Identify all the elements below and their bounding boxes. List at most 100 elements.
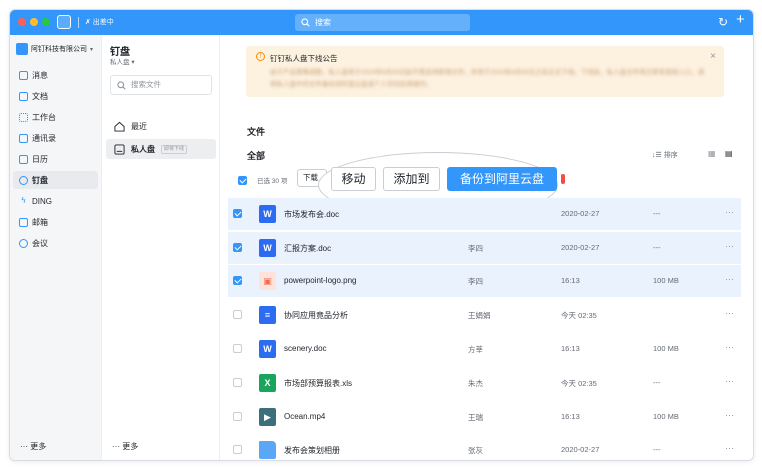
table-row[interactable]: W scenery.doc 方莘 16:13 100 MB ··· <box>228 333 741 365</box>
file-size: --- <box>653 445 661 454</box>
row-checkbox[interactable] <box>233 344 242 353</box>
image-file-icon: ▣ <box>259 272 276 290</box>
drive-more-label: 更多 <box>122 442 139 451</box>
sidebar-item-meeting[interactable]: 会议 <box>13 234 98 252</box>
file-time: 16:13 <box>561 344 580 353</box>
sidebar-more-button[interactable]: ··· 更多 <box>20 441 46 452</box>
close-window-button[interactable] <box>18 18 26 26</box>
row-checkbox[interactable] <box>233 445 242 454</box>
file-time: 2020-02-27 <box>561 209 600 218</box>
file-time: 16:13 <box>561 412 580 421</box>
row-checkbox[interactable] <box>233 243 242 252</box>
warning-icon: ! <box>256 52 265 61</box>
backup-to-aliyun-button[interactable]: 备份到阿里云盘 <box>447 167 557 191</box>
notice-banner: ! 钉钉私人盘下线公告 由于产品策略调整，私人盘将于2024年6月30日起不再支… <box>246 46 724 97</box>
move-button[interactable]: 移动 <box>331 167 376 191</box>
file-time: 16:13 <box>561 276 580 285</box>
ding-icon: ϟ <box>21 196 26 205</box>
status-indicator[interactable]: ✗ 出差中 <box>85 17 114 27</box>
notice-body: 由于产品策略调整，私人盘将于2024年6月30日起不再支持新增文件，并将于202… <box>270 69 705 88</box>
search-placeholder: 搜索 <box>315 18 331 27</box>
more-icon[interactable]: ··· <box>725 443 734 453</box>
filter-all[interactable]: 全部 <box>247 149 265 162</box>
org-switcher[interactable]: 阿钉科技有限公司 ▾ <box>16 43 93 55</box>
sidebar-item-calendar[interactable]: 日历 <box>13 150 98 168</box>
sidebar-item-label: DING <box>32 196 52 206</box>
table-row[interactable]: X 市场部预算报表.xls 朱杰 今天 02:35 --- ··· <box>228 367 741 399</box>
more-icon[interactable]: ··· <box>725 308 734 318</box>
row-checkbox[interactable] <box>233 276 242 285</box>
list-view-icon[interactable]: ▦ <box>708 149 716 158</box>
more-icon[interactable]: ··· <box>725 207 734 217</box>
more-icon: ··· <box>112 442 120 451</box>
file-size: 100 MB <box>653 344 679 353</box>
row-checkbox[interactable] <box>233 412 242 421</box>
sidebar-item-mail[interactable]: 邮箱 <box>13 213 98 231</box>
file-name: scenery.doc <box>284 344 327 353</box>
file-owner: 朱杰 <box>468 379 483 388</box>
sidebar-item-workbench[interactable]: 工作台 <box>13 108 98 126</box>
table-row[interactable]: W 市场发布会.doc 2020-02-27 --- ··· <box>228 198 741 230</box>
mail-icon <box>19 217 28 227</box>
message-icon <box>19 70 28 80</box>
drive-nav-recent[interactable]: 最近 <box>106 116 216 136</box>
app-icon[interactable] <box>57 15 71 29</box>
workbench-icon <box>19 112 28 122</box>
minimize-window-button[interactable] <box>30 18 38 26</box>
sort-label: 排序 <box>663 152 678 159</box>
row-checkbox[interactable] <box>233 310 242 319</box>
sidebar-item-label: 文档 <box>32 91 48 101</box>
more-icon[interactable]: ··· <box>725 241 734 251</box>
file-size: --- <box>653 209 661 218</box>
sidebar-item-ding[interactable]: ϟ DING <box>13 192 98 210</box>
table-row[interactable]: W 汇报方案.doc 李四 2020-02-27 --- ··· <box>228 232 741 264</box>
sidebar-item-messages[interactable]: 消息 <box>13 66 98 84</box>
file-name: 协同应用竟品分析 <box>284 311 348 320</box>
table-row[interactable]: ▣ powerpoint-logo.png 李四 16:13 100 MB ··… <box>228 265 741 297</box>
add-to-button[interactable]: 添加到 <box>383 167 440 191</box>
more-icon[interactable]: ··· <box>725 376 734 386</box>
more-icon[interactable]: ··· <box>725 342 734 352</box>
sidebar-item-label: 日历 <box>32 154 48 164</box>
main-content: ! 钉钉私人盘下线公告 由于产品策略调整，私人盘将于2024年6月30日起不再支… <box>220 35 753 460</box>
sidebar-item-drive[interactable]: 钉盘 <box>13 171 98 189</box>
home-icon <box>114 121 125 132</box>
search-icon <box>301 18 310 27</box>
drive-more-button[interactable]: ··· 更多 <box>112 441 138 452</box>
plus-icon[interactable]: + <box>736 12 745 27</box>
file-owner: 王瑞 <box>468 413 483 422</box>
select-all-checkbox[interactable] <box>238 176 247 185</box>
drive-switcher[interactable]: 私人盘 ▾ <box>110 56 135 66</box>
file-time: 2020-02-27 <box>561 445 600 454</box>
table-row[interactable]: ▶ Ocean.mp4 王瑞 16:13 100 MB ··· <box>228 401 741 433</box>
word-file-icon: W <box>259 239 276 257</box>
more-icon[interactable]: ··· <box>725 274 734 284</box>
close-icon[interactable]: × <box>710 51 716 62</box>
file-owner: 王娟娟 <box>468 311 491 320</box>
file-owner: 李四 <box>468 277 483 286</box>
global-search-input[interactable]: 搜索 <box>295 14 470 31</box>
file-search-input[interactable]: 搜索文件 <box>110 75 212 95</box>
table-row[interactable]: ≡ 协同应用竟品分析 王娟娟 今天 02:35 ··· <box>228 299 741 331</box>
drive-nav-private[interactable]: 私人盘 即将下线 <box>106 139 216 159</box>
history-icon[interactable]: ↻ <box>718 15 728 29</box>
row-checkbox[interactable] <box>233 209 242 218</box>
doc-file-icon: ≡ <box>259 306 276 324</box>
sidebar-item-contacts[interactable]: 通讯录 <box>13 129 98 147</box>
grid-view-icon[interactable]: ▤ <box>725 149 733 158</box>
app-window: ✗ 出差中 搜索 ↻ + 阿钉科技有限公司 ▾ 消息 文档 工作台 通讯录 日历… <box>9 9 754 461</box>
maximize-window-button[interactable] <box>42 18 50 26</box>
file-owner: 张灰 <box>468 446 483 455</box>
file-time: 2020-02-27 <box>561 243 600 252</box>
file-name: 发布会策划相册 <box>284 446 340 455</box>
drive-nav-label: 最近 <box>131 121 147 131</box>
notice-title: 钉钉私人盘下线公告 <box>270 54 338 63</box>
table-row[interactable]: 发布会策划相册 张灰 2020-02-27 --- ··· <box>228 434 741 460</box>
search-icon <box>117 81 126 90</box>
sort-button[interactable]: ↓☰ 排序 <box>652 150 678 160</box>
row-checkbox[interactable] <box>233 378 242 387</box>
calendar-icon <box>19 154 28 164</box>
more-icon: ··· <box>20 442 28 451</box>
more-icon[interactable]: ··· <box>725 410 734 420</box>
sidebar-item-docs[interactable]: 文档 <box>13 87 98 105</box>
